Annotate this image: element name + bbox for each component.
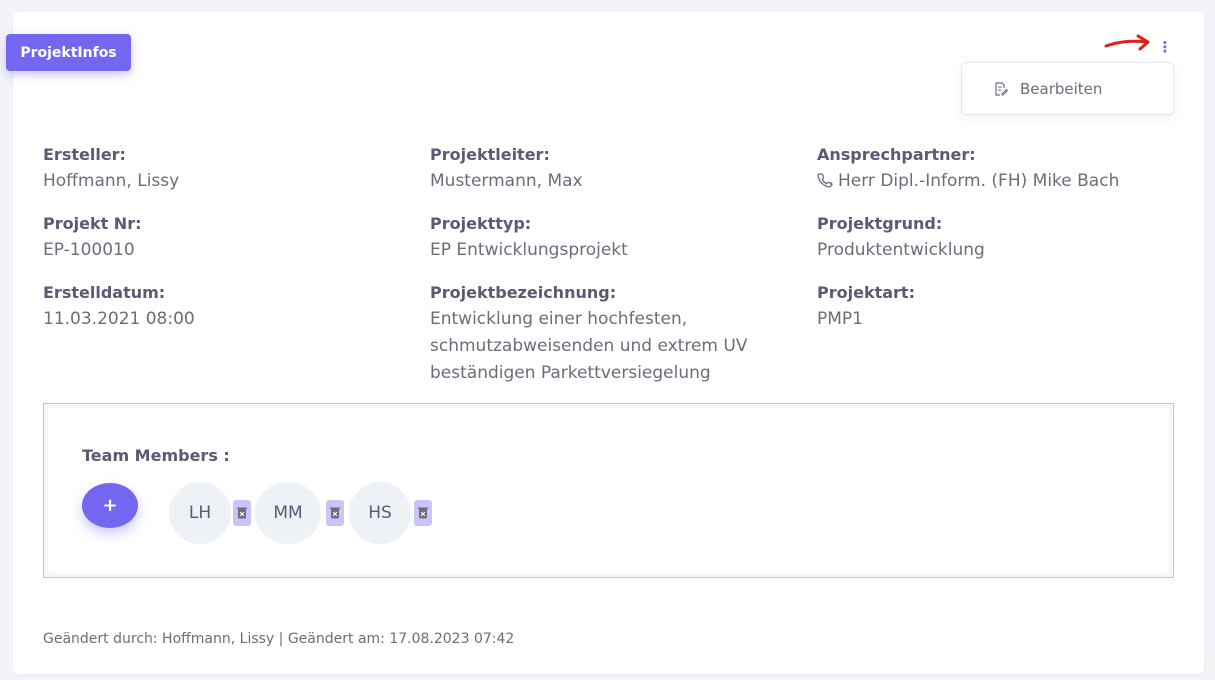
- trash-icon: [237, 504, 247, 523]
- remove-member-button[interactable]: [233, 500, 251, 526]
- red-arrow-annotation: [1104, 34, 1150, 51]
- field-label: Projektart:: [817, 283, 915, 302]
- field-label: Projekttyp:: [430, 214, 532, 233]
- actions-dropdown: Bearbeiten: [961, 62, 1174, 115]
- field-value: EP-100010: [43, 240, 135, 260]
- field-label: Projektbezeichnung:: [430, 283, 617, 302]
- phone-icon: [817, 170, 833, 188]
- field-label: Projektgrund:: [817, 214, 943, 233]
- field-value: PMP1: [817, 309, 863, 329]
- field-label: Projekt Nr:: [43, 214, 142, 233]
- team-members-inner: Team Members : + LH MM HS: [48, 408, 1169, 573]
- trash-icon: [418, 504, 428, 523]
- add-member-button[interactable]: +: [82, 483, 138, 528]
- edit-menu-item[interactable]: Bearbeiten: [962, 63, 1173, 114]
- field-value: Entwicklung einer hochfesten, schmutzabw…: [430, 309, 748, 383]
- field-value: 11.03.2021 08:00: [43, 309, 195, 329]
- field-projektleiter: Projektleiter: Mustermann, Max: [430, 145, 583, 195]
- trash-icon: [330, 504, 340, 523]
- field-value: EP Entwicklungsprojekt: [430, 240, 628, 260]
- member-avatar[interactable]: HS: [349, 482, 411, 544]
- field-ansprechpartner: Ansprechpartner: Herr Dipl.-Inform. (FH)…: [817, 145, 1119, 195]
- team-members-title: Team Members :: [82, 446, 230, 465]
- field-label: Erstelldatum:: [43, 283, 166, 302]
- more-vertical-icon[interactable]: ⋮: [1156, 38, 1174, 56]
- team-members-panel: Team Members : + LH MM HS: [43, 403, 1174, 578]
- field-projektgrund: Projektgrund: Produktentwicklung: [817, 214, 985, 264]
- field-label: Ansprechpartner:: [817, 145, 976, 164]
- field-value: Produktentwicklung: [817, 240, 985, 260]
- card-tag-projektinfos: ProjektInfos: [6, 34, 131, 71]
- field-label: Projektleiter:: [430, 145, 550, 164]
- field-erstelldatum: Erstelldatum: 11.03.2021 08:00: [43, 283, 195, 333]
- remove-member-button[interactable]: [414, 500, 432, 526]
- field-value: Mustermann, Max: [430, 171, 583, 191]
- field-value-contact: Herr Dipl.-Inform. (FH) Mike Bach: [817, 168, 1119, 195]
- field-projekt-nr: Projekt Nr: EP-100010: [43, 214, 141, 264]
- edit-icon: [994, 81, 1008, 96]
- field-projektart: Projektart: PMP1: [817, 283, 915, 333]
- contact-name[interactable]: Herr Dipl.-Inform. (FH) Mike Bach: [838, 171, 1119, 191]
- field-projektbezeichnung: Projektbezeichnung: Entwicklung einer ho…: [430, 283, 760, 387]
- field-label: Ersteller:: [43, 145, 126, 164]
- field-ersteller: Ersteller: Hoffmann, Lissy: [43, 145, 179, 195]
- field-value: Hoffmann, Lissy: [43, 171, 180, 191]
- member-avatar[interactable]: LH: [169, 482, 231, 544]
- member-avatar[interactable]: MM: [255, 482, 321, 544]
- remove-member-button[interactable]: [326, 500, 344, 526]
- field-projekttyp: Projekttyp: EP Entwicklungsprojekt: [430, 214, 628, 264]
- change-info-footer: Geändert durch: Hoffmann, Lissy | Geände…: [43, 631, 515, 647]
- edit-menu-label: Bearbeiten: [1020, 79, 1103, 98]
